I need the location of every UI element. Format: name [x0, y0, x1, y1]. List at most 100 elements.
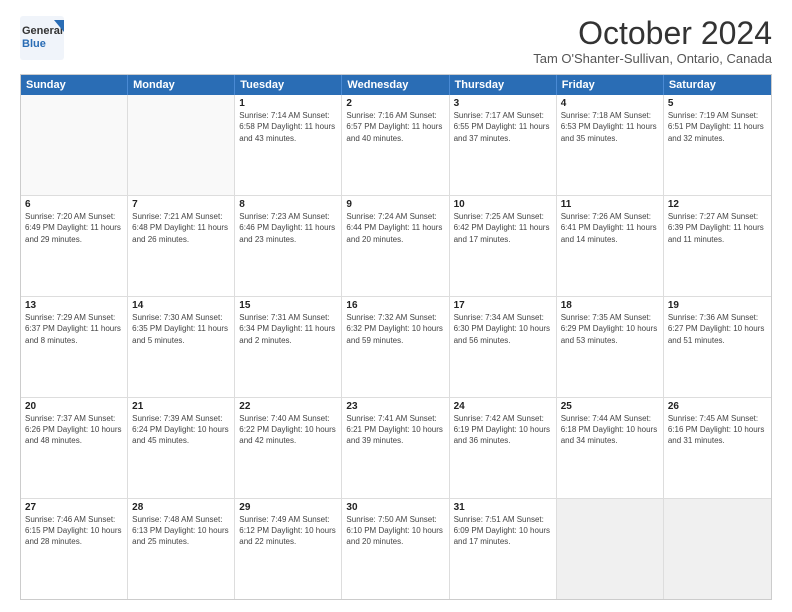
calendar-cell: 2Sunrise: 7:16 AM Sunset: 6:57 PM Daylig… [342, 95, 449, 195]
cell-content: Sunrise: 7:41 AM Sunset: 6:21 PM Dayligh… [346, 413, 444, 447]
svg-text:General: General [22, 25, 63, 37]
logo: General Blue [20, 16, 64, 60]
cell-content: Sunrise: 7:23 AM Sunset: 6:46 PM Dayligh… [239, 211, 337, 245]
day-number: 16 [346, 300, 444, 311]
col-header-saturday: Saturday [664, 75, 771, 95]
calendar-cell: 25Sunrise: 7:44 AM Sunset: 6:18 PM Dayli… [557, 398, 664, 498]
day-number: 5 [668, 98, 767, 109]
svg-text:Blue: Blue [22, 38, 46, 50]
day-number: 28 [132, 502, 230, 513]
calendar-cell [664, 499, 771, 599]
day-number: 19 [668, 300, 767, 311]
cell-content: Sunrise: 7:48 AM Sunset: 6:13 PM Dayligh… [132, 514, 230, 548]
calendar-row-0: 1Sunrise: 7:14 AM Sunset: 6:58 PM Daylig… [21, 95, 771, 196]
cell-content: Sunrise: 7:17 AM Sunset: 6:55 PM Dayligh… [454, 110, 552, 144]
cell-content: Sunrise: 7:32 AM Sunset: 6:32 PM Dayligh… [346, 312, 444, 346]
cell-content: Sunrise: 7:27 AM Sunset: 6:39 PM Dayligh… [668, 211, 767, 245]
day-number: 6 [25, 199, 123, 210]
day-number: 26 [668, 401, 767, 412]
day-number: 8 [239, 199, 337, 210]
cell-content: Sunrise: 7:24 AM Sunset: 6:44 PM Dayligh… [346, 211, 444, 245]
calendar-cell: 18Sunrise: 7:35 AM Sunset: 6:29 PM Dayli… [557, 297, 664, 397]
day-number: 21 [132, 401, 230, 412]
calendar-row-3: 20Sunrise: 7:37 AM Sunset: 6:26 PM Dayli… [21, 398, 771, 499]
calendar-cell: 30Sunrise: 7:50 AM Sunset: 6:10 PM Dayli… [342, 499, 449, 599]
calendar-cell: 16Sunrise: 7:32 AM Sunset: 6:32 PM Dayli… [342, 297, 449, 397]
cell-content: Sunrise: 7:14 AM Sunset: 6:58 PM Dayligh… [239, 110, 337, 144]
cell-content: Sunrise: 7:34 AM Sunset: 6:30 PM Dayligh… [454, 312, 552, 346]
calendar-cell: 1Sunrise: 7:14 AM Sunset: 6:58 PM Daylig… [235, 95, 342, 195]
cell-content: Sunrise: 7:18 AM Sunset: 6:53 PM Dayligh… [561, 110, 659, 144]
calendar-cell: 11Sunrise: 7:26 AM Sunset: 6:41 PM Dayli… [557, 196, 664, 296]
cell-content: Sunrise: 7:49 AM Sunset: 6:12 PM Dayligh… [239, 514, 337, 548]
calendar-cell: 8Sunrise: 7:23 AM Sunset: 6:46 PM Daylig… [235, 196, 342, 296]
cell-content: Sunrise: 7:46 AM Sunset: 6:15 PM Dayligh… [25, 514, 123, 548]
cell-content: Sunrise: 7:25 AM Sunset: 6:42 PM Dayligh… [454, 211, 552, 245]
col-header-wednesday: Wednesday [342, 75, 449, 95]
cell-content: Sunrise: 7:42 AM Sunset: 6:19 PM Dayligh… [454, 413, 552, 447]
calendar-cell: 28Sunrise: 7:48 AM Sunset: 6:13 PM Dayli… [128, 499, 235, 599]
calendar-cell: 17Sunrise: 7:34 AM Sunset: 6:30 PM Dayli… [450, 297, 557, 397]
day-number: 29 [239, 502, 337, 513]
calendar-cell [128, 95, 235, 195]
cell-content: Sunrise: 7:39 AM Sunset: 6:24 PM Dayligh… [132, 413, 230, 447]
calendar-cell: 7Sunrise: 7:21 AM Sunset: 6:48 PM Daylig… [128, 196, 235, 296]
page: General Blue October 2024 Tam O'Shanter-… [0, 0, 792, 612]
calendar-row-1: 6Sunrise: 7:20 AM Sunset: 6:49 PM Daylig… [21, 196, 771, 297]
col-header-sunday: Sunday [21, 75, 128, 95]
calendar-row-2: 13Sunrise: 7:29 AM Sunset: 6:37 PM Dayli… [21, 297, 771, 398]
location-subtitle: Tam O'Shanter-Sullivan, Ontario, Canada [533, 51, 772, 66]
day-number: 9 [346, 199, 444, 210]
calendar-cell: 13Sunrise: 7:29 AM Sunset: 6:37 PM Dayli… [21, 297, 128, 397]
cell-content: Sunrise: 7:40 AM Sunset: 6:22 PM Dayligh… [239, 413, 337, 447]
cell-content: Sunrise: 7:20 AM Sunset: 6:49 PM Dayligh… [25, 211, 123, 245]
cell-content: Sunrise: 7:51 AM Sunset: 6:09 PM Dayligh… [454, 514, 552, 548]
cell-content: Sunrise: 7:45 AM Sunset: 6:16 PM Dayligh… [668, 413, 767, 447]
calendar-cell: 6Sunrise: 7:20 AM Sunset: 6:49 PM Daylig… [21, 196, 128, 296]
cell-content: Sunrise: 7:37 AM Sunset: 6:26 PM Dayligh… [25, 413, 123, 447]
calendar-cell: 4Sunrise: 7:18 AM Sunset: 6:53 PM Daylig… [557, 95, 664, 195]
day-number: 2 [346, 98, 444, 109]
cell-content: Sunrise: 7:35 AM Sunset: 6:29 PM Dayligh… [561, 312, 659, 346]
calendar-cell: 19Sunrise: 7:36 AM Sunset: 6:27 PM Dayli… [664, 297, 771, 397]
day-number: 10 [454, 199, 552, 210]
month-title: October 2024 [533, 16, 772, 51]
calendar-cell: 22Sunrise: 7:40 AM Sunset: 6:22 PM Dayli… [235, 398, 342, 498]
cell-content: Sunrise: 7:21 AM Sunset: 6:48 PM Dayligh… [132, 211, 230, 245]
header: General Blue October 2024 Tam O'Shanter-… [20, 16, 772, 66]
day-number: 22 [239, 401, 337, 412]
logo-svg: General Blue [20, 16, 64, 60]
cell-content: Sunrise: 7:50 AM Sunset: 6:10 PM Dayligh… [346, 514, 444, 548]
day-number: 14 [132, 300, 230, 311]
day-number: 20 [25, 401, 123, 412]
calendar-body: 1Sunrise: 7:14 AM Sunset: 6:58 PM Daylig… [21, 95, 771, 599]
day-number: 17 [454, 300, 552, 311]
col-header-thursday: Thursday [450, 75, 557, 95]
day-number: 30 [346, 502, 444, 513]
day-number: 7 [132, 199, 230, 210]
calendar-cell: 29Sunrise: 7:49 AM Sunset: 6:12 PM Dayli… [235, 499, 342, 599]
calendar-header: SundayMondayTuesdayWednesdayThursdayFrid… [21, 75, 771, 95]
cell-content: Sunrise: 7:16 AM Sunset: 6:57 PM Dayligh… [346, 110, 444, 144]
day-number: 1 [239, 98, 337, 109]
calendar-cell: 9Sunrise: 7:24 AM Sunset: 6:44 PM Daylig… [342, 196, 449, 296]
col-header-tuesday: Tuesday [235, 75, 342, 95]
title-block: October 2024 Tam O'Shanter-Sullivan, Ont… [533, 16, 772, 66]
calendar-cell: 14Sunrise: 7:30 AM Sunset: 6:35 PM Dayli… [128, 297, 235, 397]
cell-content: Sunrise: 7:36 AM Sunset: 6:27 PM Dayligh… [668, 312, 767, 346]
day-number: 27 [25, 502, 123, 513]
calendar-cell: 31Sunrise: 7:51 AM Sunset: 6:09 PM Dayli… [450, 499, 557, 599]
calendar-cell: 5Sunrise: 7:19 AM Sunset: 6:51 PM Daylig… [664, 95, 771, 195]
calendar-cell: 15Sunrise: 7:31 AM Sunset: 6:34 PM Dayli… [235, 297, 342, 397]
calendar-cell: 24Sunrise: 7:42 AM Sunset: 6:19 PM Dayli… [450, 398, 557, 498]
day-number: 23 [346, 401, 444, 412]
calendar-cell: 20Sunrise: 7:37 AM Sunset: 6:26 PM Dayli… [21, 398, 128, 498]
day-number: 15 [239, 300, 337, 311]
day-number: 13 [25, 300, 123, 311]
day-number: 18 [561, 300, 659, 311]
calendar-row-4: 27Sunrise: 7:46 AM Sunset: 6:15 PM Dayli… [21, 499, 771, 599]
col-header-friday: Friday [557, 75, 664, 95]
calendar-cell: 12Sunrise: 7:27 AM Sunset: 6:39 PM Dayli… [664, 196, 771, 296]
day-number: 12 [668, 199, 767, 210]
day-number: 24 [454, 401, 552, 412]
